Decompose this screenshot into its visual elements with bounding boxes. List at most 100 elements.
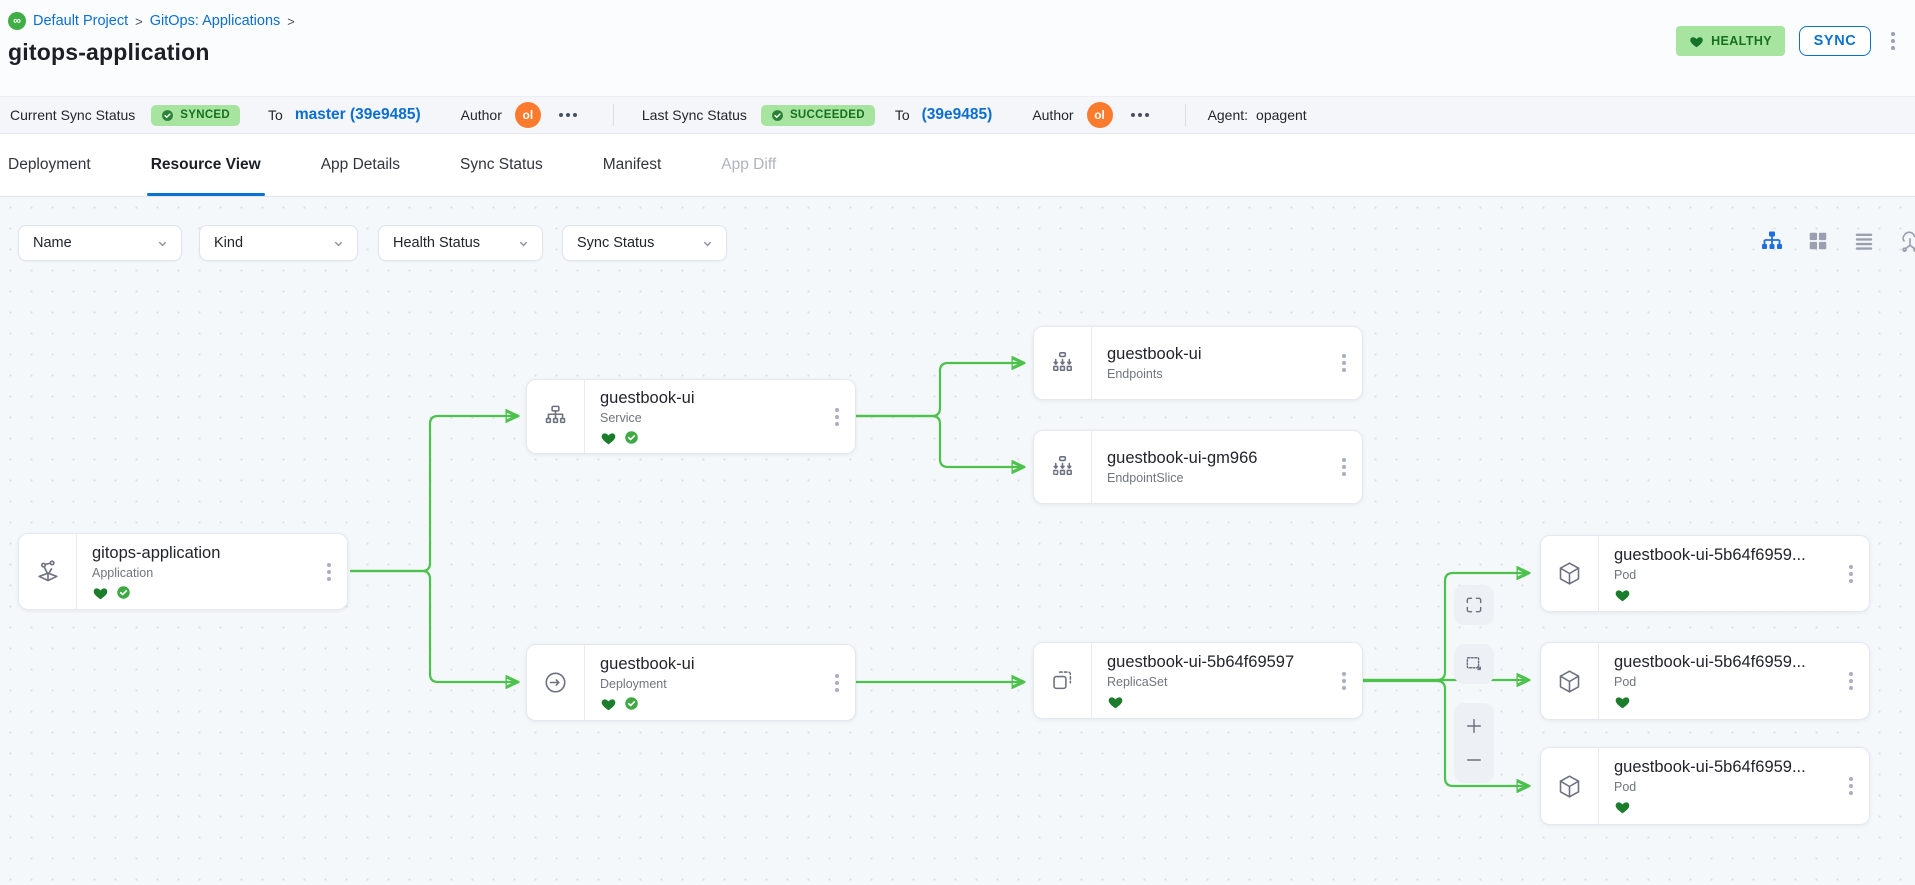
tab-resource-view[interactable]: Resource View [151,134,261,196]
node-body: guestbook-ui Deployment [585,645,829,720]
graph-node-endpointslice[interactable]: guestbook-ui-gm966 EndpointSlice [1033,430,1363,504]
pod-icon [1541,748,1599,824]
node-menu-button[interactable] [321,557,347,587]
application-icon [19,534,77,609]
to-label: To [268,107,283,123]
fullscreen-icon [1464,595,1484,615]
tab-manifest[interactable]: Manifest [603,134,662,196]
sync-status-bar: Current Sync Status SYNCED To master (39… [0,96,1915,134]
breadcrumb: ∞ Default Project > GitOps: Applications… [8,12,295,30]
last-sync-target-link[interactable]: (39e9485) [922,106,993,124]
filter-name-dropdown[interactable]: Name [18,225,182,261]
list-view-icon[interactable] [1851,228,1877,254]
node-body: guestbook-ui-gm966 EndpointSlice [1092,431,1336,503]
author-avatar[interactable]: ol [515,102,541,128]
deployment-icon [527,645,585,720]
node-title: guestbook-ui [1107,345,1336,364]
node-body: guestbook-ui-5b64f6959... Pod [1599,536,1843,611]
breadcrumb-project-link[interactable]: Default Project [33,13,128,29]
tree-view-icon[interactable] [1759,228,1785,254]
node-body: gitops-application Application [77,534,321,609]
node-kind: Service [600,411,829,425]
header: ∞ Default Project > GitOps: Applications… [0,0,1915,96]
tab-app-diff[interactable]: App Diff [721,134,776,196]
current-sync-target-link[interactable]: master (39e9485) [295,106,421,124]
chevron-down-icon [701,237,714,250]
graph-node-pod-2[interactable]: guestbook-ui-5b64f6959... Pod [1540,642,1870,720]
node-status-icons [1107,694,1336,709]
pod-icon [1541,536,1599,611]
network-view-icon[interactable] [1897,228,1915,254]
node-menu-button[interactable] [1843,771,1869,801]
fit-to-view-button[interactable] [1454,644,1494,684]
grid-view-icon[interactable] [1805,228,1831,254]
gitops-application-page: ∞ Default Project > GitOps: Applications… [0,0,1915,885]
synced-badge: SYNCED [151,105,240,126]
page-title: gitops-application [8,39,295,66]
tab-deployment[interactable]: Deployment [8,134,91,196]
to-label: To [895,107,910,123]
zoom-control [1454,703,1494,783]
node-status-icons [1614,587,1843,602]
synced-check-icon [116,585,131,600]
node-menu-button[interactable] [829,402,855,432]
breadcrumb-separator: > [287,14,295,29]
chevron-down-icon [517,237,530,250]
filter-sync-status-label: Sync Status [577,235,654,251]
node-status-icons [1614,694,1843,709]
node-kind: Pod [1614,675,1843,689]
current-sync-more-icon[interactable] [555,109,581,121]
app-options-menu-icon[interactable] [1885,28,1901,54]
node-title: guestbook-ui-5b64f6959... [1614,546,1843,565]
node-menu-button[interactable] [829,668,855,698]
filter-health-status-dropdown[interactable]: Health Status [378,225,543,261]
node-kind: ReplicaSet [1107,675,1336,689]
zoom-in-button[interactable] [1464,716,1484,736]
node-title: guestbook-ui-5b64f6959... [1614,653,1843,672]
fullscreen-button[interactable] [1454,585,1494,625]
health-status-label: HEALTHY [1711,34,1772,48]
node-body: guestbook-ui Endpoints [1092,327,1336,399]
graph-node-application[interactable]: gitops-application Application [18,533,348,610]
node-menu-button[interactable] [1843,559,1869,589]
sync-button[interactable]: SYNC [1799,26,1871,56]
node-status-icons [600,696,829,711]
node-title: guestbook-ui-5b64f69597 [1107,653,1336,672]
synced-badge-label: SYNCED [180,109,230,121]
last-sync-more-icon[interactable] [1127,109,1153,121]
tab-sync-status[interactable]: Sync Status [460,134,543,196]
graph-node-pod-1[interactable]: guestbook-ui-5b64f6959... Pod [1540,535,1870,612]
node-menu-button[interactable] [1336,348,1362,378]
node-kind: EndpointSlice [1107,471,1336,485]
node-body: guestbook-ui-5b64f6959... Pod [1599,748,1843,824]
author-avatar[interactable]: ol [1087,102,1113,128]
graph-node-endpoints[interactable]: guestbook-ui Endpoints [1033,326,1363,400]
node-menu-button[interactable] [1336,666,1362,696]
health-status-badge: HEALTHY [1676,26,1785,56]
graph-node-deployment[interactable]: guestbook-ui Deployment [526,644,856,721]
node-body: guestbook-ui-5b64f6959... Pod [1599,643,1843,719]
replicaset-icon [1034,643,1092,718]
graph-node-service[interactable]: guestbook-ui Service [526,379,856,454]
chevron-down-icon [156,237,169,250]
zoom-out-button[interactable] [1464,750,1484,770]
tab-app-details[interactable]: App Details [321,134,400,196]
endpointslice-icon [1034,431,1092,503]
synced-check-icon [624,430,639,445]
healthy-heart-icon [1614,587,1631,602]
node-kind: Endpoints [1107,367,1336,381]
filter-kind-dropdown[interactable]: Kind [199,225,358,261]
graph-node-replicaset[interactable]: guestbook-ui-5b64f69597 ReplicaSet [1033,642,1363,719]
node-menu-button[interactable] [1843,666,1869,696]
healthy-heart-icon [600,696,617,711]
author-label: Author [461,107,502,123]
node-title: guestbook-ui-5b64f6959... [1614,758,1843,777]
node-kind: Application [92,566,321,580]
node-title: guestbook-ui-gm966 [1107,449,1336,468]
filter-health-status-label: Health Status [393,235,480,251]
breadcrumb-applications-link[interactable]: GitOps: Applications [150,13,281,29]
filter-sync-status-dropdown[interactable]: Sync Status [562,225,727,261]
node-kind: Deployment [600,677,829,691]
node-menu-button[interactable] [1336,452,1362,482]
graph-node-pod-3[interactable]: guestbook-ui-5b64f6959... Pod [1540,747,1870,825]
